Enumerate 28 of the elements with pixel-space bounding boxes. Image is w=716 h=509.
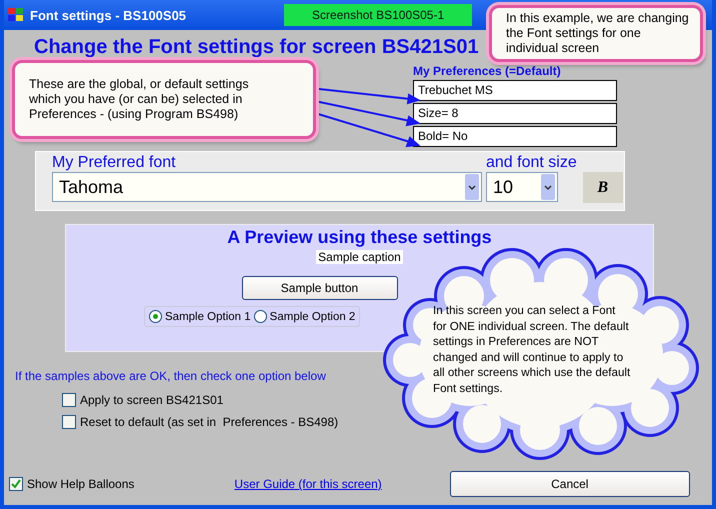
size-dropdown[interactable]: 10 <box>486 172 558 202</box>
checkbox-icon <box>62 393 76 407</box>
preview-title: A Preview using these settings <box>227 227 492 248</box>
page-heading: Change the Font settings for screen BS421S01 <box>34 36 479 59</box>
font-label: My Preferred font <box>52 153 177 172</box>
sample-caption: Sample caption <box>316 250 403 264</box>
help-callout: These are the global, or default settings which you have (or can be) selected in Preferences - (using Program BS498) <box>12 60 316 139</box>
checkbox-icon <box>62 415 76 429</box>
user-guide-link[interactable]: User Guide (for this screen) <box>234 477 382 491</box>
sample-button[interactable]: Sample button <box>242 276 398 300</box>
radio-label: Sample Option 1 <box>165 310 251 322</box>
help-callout: In this example, we are changing the Font settings for one individual screen <box>489 5 703 62</box>
screenshot-label: Screenshot BS100S05-1 <box>284 4 472 26</box>
app-icon <box>8 8 24 22</box>
cloud-text: In this screen you can select a Font for ONE individual screen. The default settings in Preferences are NOT changed and will continue to apply to all other screens which use the default Font settings. <box>433 303 631 396</box>
font-dropdown[interactable]: Tahoma <box>52 172 482 202</box>
window-title: Font settings - BS100S05 <box>30 8 186 22</box>
size-label: and font size <box>486 153 577 172</box>
sample-radio[interactable]: Sample Option 1 <box>149 310 251 323</box>
bold-button[interactable]: B <box>582 172 623 203</box>
instruction-text: If the samples above are OK, then check one option below <box>15 369 326 383</box>
sample-radio[interactable]: Sample Option 2 <box>254 310 356 323</box>
cancel-button[interactable]: Cancel <box>450 471 690 497</box>
preferences-title: My Preferences (=Default) <box>413 64 562 78</box>
radio-label: Sample Option 2 <box>270 310 356 322</box>
preference-value: Bold= No <box>413 126 617 147</box>
preference-value: Size= 8 <box>413 103 617 124</box>
preference-value: Trebuchet MS <box>413 80 617 101</box>
